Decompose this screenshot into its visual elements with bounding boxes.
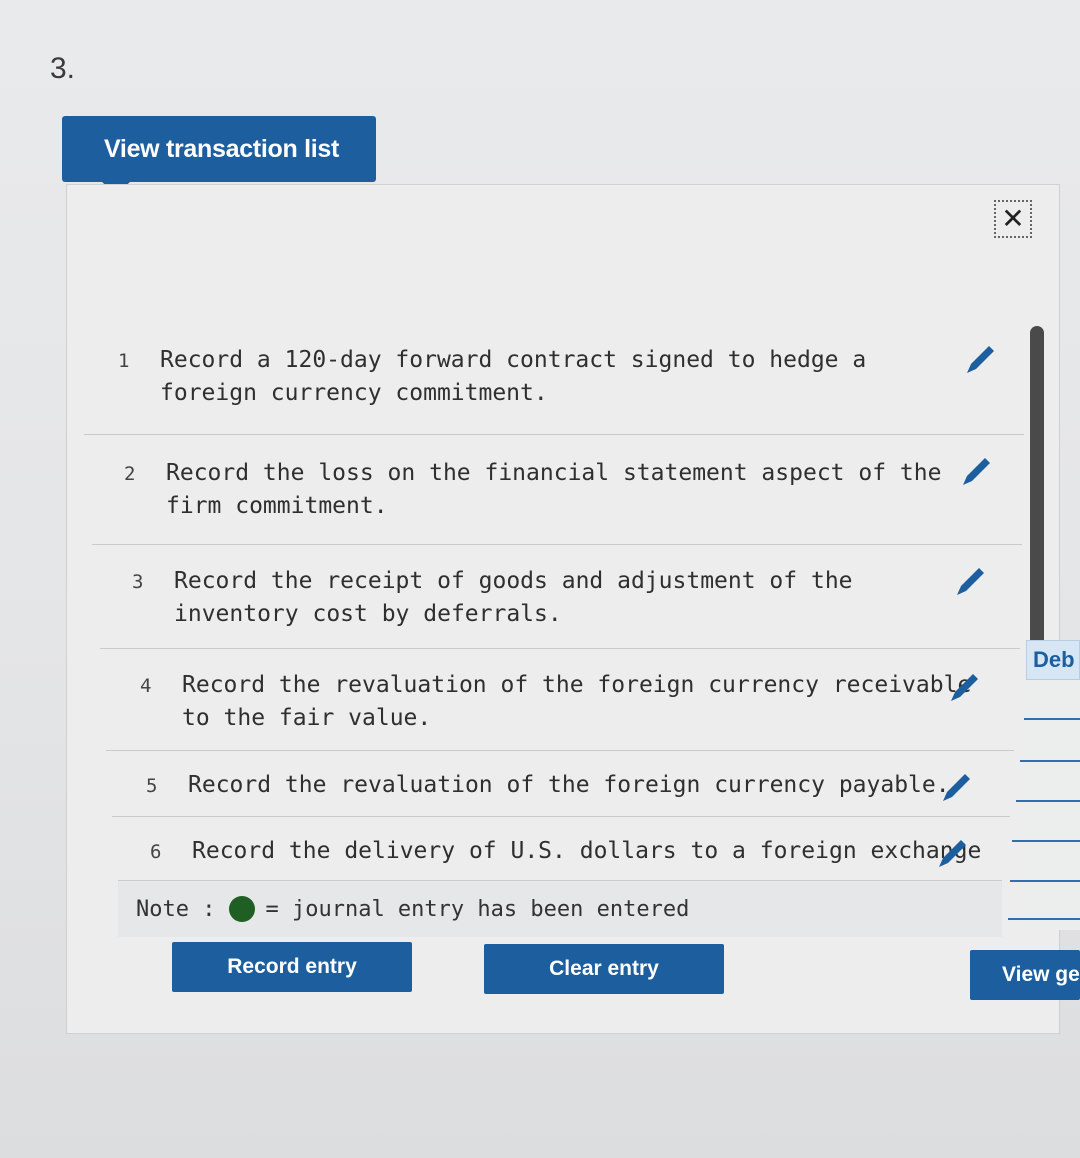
transaction-text: Record the revaluation of the foreign cu… xyxy=(182,672,972,731)
divider xyxy=(1008,918,1080,920)
transaction-number: 2 xyxy=(124,463,136,485)
transaction-text: Record the revaluation of the foreign cu… xyxy=(188,772,950,798)
pencil-icon[interactable] xyxy=(962,342,998,378)
question-number: 3. xyxy=(50,52,76,85)
transaction-number: 4 xyxy=(140,675,152,697)
pencil-icon[interactable] xyxy=(946,670,982,706)
transaction-number: 3 xyxy=(132,571,144,593)
pencil-icon[interactable] xyxy=(958,454,994,490)
transaction-text: Record the delivery of U.S. dollars to a… xyxy=(192,838,982,864)
divider xyxy=(1012,840,1080,842)
transaction-row[interactable]: 2 Record the loss on the financial state… xyxy=(84,434,1024,545)
transaction-number: 5 xyxy=(146,775,158,797)
entered-indicator-icon xyxy=(229,896,256,922)
pencil-icon[interactable] xyxy=(934,836,970,872)
clear-entry-button[interactable]: Clear entry xyxy=(484,944,724,994)
transaction-row[interactable]: 3 Record the receipt of goods and adjust… xyxy=(92,544,1022,649)
transaction-row[interactable]: 5 Record the revaluation of the foreign … xyxy=(106,750,1014,817)
debit-column-header: Deb xyxy=(1026,640,1080,680)
pencil-icon[interactable] xyxy=(952,564,988,600)
view-transaction-list-button[interactable]: View transaction list xyxy=(62,116,376,194)
record-entry-button[interactable]: Record entry xyxy=(172,942,412,992)
note-legend: Note : = journal entry has been entered xyxy=(118,880,1002,937)
divider xyxy=(1020,760,1080,762)
transaction-text: Record the receipt of goods and adjustme… xyxy=(174,568,853,627)
transaction-text: Record a 120-day forward contract signed… xyxy=(160,347,867,406)
transaction-row[interactable]: 1 Record a 120-day forward contract sign… xyxy=(100,336,1020,434)
transaction-text: Record the loss on the financial stateme… xyxy=(166,460,942,519)
transaction-number: 6 xyxy=(150,841,162,863)
note-text: = journal entry has been entered xyxy=(265,896,690,922)
transaction-row[interactable]: 6 Record the delivery of U.S. dollars to… xyxy=(112,816,1010,881)
transaction-number: 1 xyxy=(118,350,130,372)
note-label: Note : xyxy=(136,896,216,922)
close-icon[interactable]: ✕ xyxy=(994,200,1032,238)
view-general-journal-button[interactable]: View ge xyxy=(970,950,1080,1000)
journal-entry-pane xyxy=(1024,640,1080,930)
divider xyxy=(1016,800,1080,802)
pencil-icon[interactable] xyxy=(938,770,974,806)
divider xyxy=(1010,880,1080,882)
divider xyxy=(1024,718,1080,720)
transaction-row[interactable]: 4 Record the revaluation of the foreign … xyxy=(100,648,1020,751)
